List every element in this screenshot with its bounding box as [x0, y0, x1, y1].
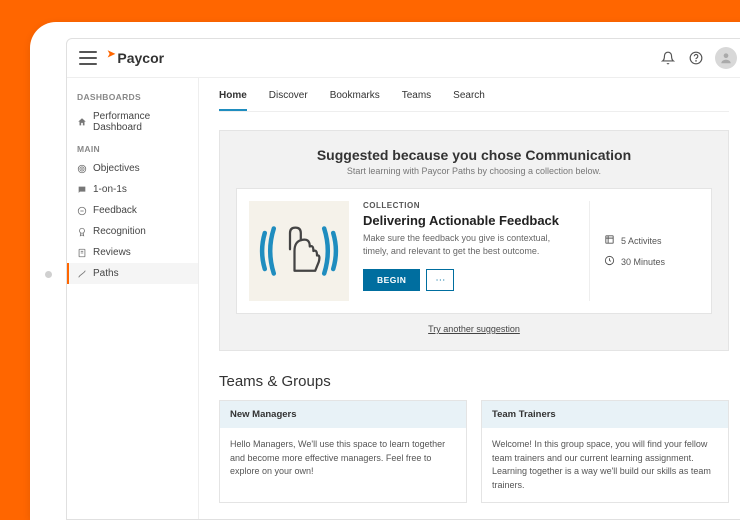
topbar: ➤ Paycor [67, 39, 740, 78]
sidebar-item-performance-dashboard[interactable]: Performance Dashboard [67, 106, 198, 138]
team-card-body: Welcome! In this group space, you will f… [482, 428, 728, 502]
try-another-link[interactable]: Try another suggestion [236, 324, 712, 334]
collection-eyebrow: COLLECTION [363, 201, 575, 210]
content-tabs: Home Discover Bookmarks Teams Search [219, 78, 729, 112]
award-icon [77, 227, 87, 237]
collection-card: COLLECTION Delivering Actionable Feedbac… [236, 188, 712, 314]
sidebar-item-1on1s[interactable]: 1-on-1s [67, 179, 198, 200]
sidebar-item-objectives[interactable]: Objectives [67, 158, 198, 179]
app-window: ➤ Paycor DASHBOARDS [66, 38, 740, 520]
teams-grid: New Managers Hello Managers, We'll use t… [219, 400, 729, 503]
team-card-title: Team Trainers [482, 401, 728, 428]
sidebar-item-label: Recognition [93, 226, 146, 237]
brand-text: Paycor [117, 50, 164, 66]
sidebar-heading-dashboards: DASHBOARDS [67, 86, 198, 106]
sidebar-item-paths[interactable]: Paths [67, 263, 198, 284]
help-icon[interactable] [687, 49, 705, 67]
tab-home[interactable]: Home [219, 90, 247, 111]
begin-button[interactable]: BEGIN [363, 269, 420, 291]
user-avatar[interactable] [715, 47, 737, 69]
content-area: Home Discover Bookmarks Teams Search Sug… [199, 78, 740, 519]
chat-icon [77, 185, 87, 195]
team-card-team-trainers[interactable]: Team Trainers Welcome! In this group spa… [481, 400, 729, 503]
more-options-button[interactable]: ⋯ [426, 269, 454, 291]
logo-swoosh-icon: ➤ [107, 49, 115, 60]
tab-bookmarks[interactable]: Bookmarks [330, 90, 380, 111]
collection-thumbnail [249, 201, 349, 301]
collection-description: Make sure the feedback you give is conte… [363, 232, 575, 257]
sidebar-item-recognition[interactable]: Recognition [67, 221, 198, 242]
paths-icon [77, 269, 87, 279]
sidebar-item-reviews[interactable]: Reviews [67, 242, 198, 263]
menu-hamburger-icon[interactable] [79, 51, 97, 65]
teams-heading: Teams & Groups [219, 373, 729, 390]
feedback-icon [77, 206, 87, 216]
sidebar-heading-main: MAIN [67, 138, 198, 158]
sidebar-item-label: Paths [93, 268, 119, 279]
sidebar-item-label: Objectives [93, 163, 140, 174]
suggestion-panel: Suggested because you chose Communicatio… [219, 130, 729, 351]
team-card-new-managers[interactable]: New Managers Hello Managers, We'll use t… [219, 400, 467, 503]
clock-icon [604, 255, 615, 268]
notifications-icon[interactable] [659, 49, 677, 67]
suggestion-title: Suggested because you chose Communicatio… [236, 147, 712, 163]
tab-teams[interactable]: Teams [402, 90, 431, 111]
tablet-home-dot [45, 271, 52, 278]
document-icon [77, 248, 87, 258]
suggestion-subtitle: Start learning with Paycor Paths by choo… [236, 166, 712, 176]
home-icon [77, 117, 87, 127]
collection-title: Delivering Actionable Feedback [363, 213, 575, 228]
brand-logo: ➤ Paycor [107, 50, 164, 66]
tab-discover[interactable]: Discover [269, 90, 308, 111]
sidebar-item-label: Performance Dashboard [93, 111, 188, 133]
sidebar-item-feedback[interactable]: Feedback [67, 200, 198, 221]
activities-icon [604, 234, 615, 247]
team-card-body: Hello Managers, We'll use this space to … [220, 428, 466, 489]
collection-meta: 5 Activites 30 Minutes [589, 201, 699, 301]
sidebar-item-label: 1-on-1s [93, 184, 127, 195]
sidebar-item-label: Feedback [93, 205, 137, 216]
tab-search[interactable]: Search [453, 90, 485, 111]
team-card-title: New Managers [220, 401, 466, 428]
sidebar-item-label: Reviews [93, 247, 131, 258]
target-icon [77, 164, 87, 174]
sidebar: DASHBOARDS Performance Dashboard MAIN Ob… [67, 78, 199, 519]
activities-count: 5 Activites [621, 236, 662, 246]
duration-text: 30 Minutes [621, 257, 665, 267]
